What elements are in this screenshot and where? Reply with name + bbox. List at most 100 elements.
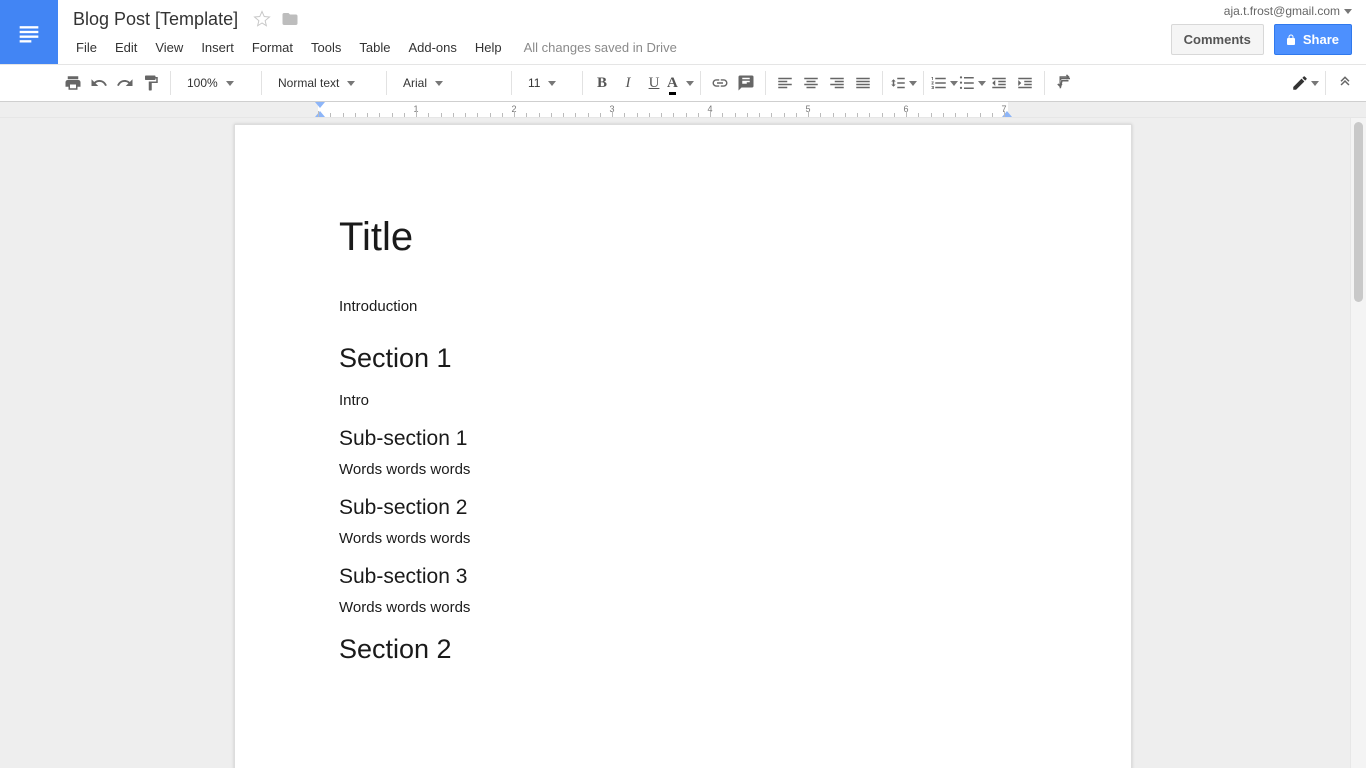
ruler-tick bbox=[784, 113, 785, 117]
doc-section-heading[interactable]: Section 2 bbox=[339, 634, 1027, 665]
ruler-tick bbox=[955, 113, 956, 117]
ruler-tick bbox=[379, 113, 380, 117]
menu-tools[interactable]: Tools bbox=[303, 36, 349, 59]
ruler-tick bbox=[526, 113, 527, 117]
align-left-button[interactable] bbox=[772, 70, 798, 96]
ruler-tick bbox=[820, 113, 821, 117]
font-size-select[interactable]: 11 bbox=[518, 70, 576, 96]
ruler-tick bbox=[465, 113, 466, 117]
insert-link-button[interactable] bbox=[707, 70, 733, 96]
paint-format-button[interactable] bbox=[138, 70, 164, 96]
menu-table[interactable]: Table bbox=[351, 36, 398, 59]
collapse-toolbar-button[interactable] bbox=[1332, 70, 1358, 96]
document-canvas[interactable]: Title Introduction Section 1 Intro Sub-s… bbox=[0, 118, 1366, 768]
ruler-tick bbox=[918, 113, 919, 117]
redo-button[interactable] bbox=[112, 70, 138, 96]
paragraph-style-select[interactable]: Normal text bbox=[268, 70, 380, 96]
italic-button[interactable]: I bbox=[615, 70, 641, 96]
doc-body-text[interactable]: Words words words bbox=[339, 530, 1027, 547]
menu-format[interactable]: Format bbox=[244, 36, 301, 59]
scrollbar-thumb[interactable] bbox=[1354, 122, 1363, 302]
share-button[interactable]: Share bbox=[1274, 24, 1352, 55]
menu-help[interactable]: Help bbox=[467, 36, 510, 59]
document-page[interactable]: Title Introduction Section 1 Intro Sub-s… bbox=[234, 124, 1132, 768]
ruler-tick bbox=[771, 113, 772, 117]
doc-body-text[interactable]: Intro bbox=[339, 392, 1027, 409]
share-button-label: Share bbox=[1303, 32, 1339, 47]
user-email-label: aja.t.frost@gmail.com bbox=[1224, 4, 1340, 18]
menu-edit[interactable]: Edit bbox=[107, 36, 145, 59]
undo-button[interactable] bbox=[86, 70, 112, 96]
ruler-tick bbox=[428, 113, 429, 117]
chevron-down-icon bbox=[909, 81, 917, 86]
ruler-tick bbox=[477, 113, 478, 117]
underline-button[interactable]: U bbox=[641, 70, 667, 96]
align-justify-icon bbox=[854, 74, 872, 92]
insert-comment-button[interactable] bbox=[733, 70, 759, 96]
app-logo[interactable] bbox=[0, 0, 58, 64]
doc-body-text[interactable]: Words words words bbox=[339, 461, 1027, 478]
decrease-indent-button[interactable] bbox=[986, 70, 1012, 96]
document-title-input[interactable]: Blog Post [Template] bbox=[68, 7, 243, 32]
doc-subsection-heading[interactable]: Sub-section 1 bbox=[339, 427, 1027, 451]
doc-body-text[interactable]: Words words words bbox=[339, 599, 1027, 616]
ruler-tick bbox=[318, 111, 319, 117]
ruler-tick bbox=[404, 113, 405, 117]
clear-formatting-button[interactable] bbox=[1051, 70, 1077, 96]
ruler-tick bbox=[392, 113, 393, 117]
align-justify-button[interactable] bbox=[850, 70, 876, 96]
doc-subsection-heading[interactable]: Sub-section 3 bbox=[339, 565, 1027, 589]
ruler-tick bbox=[698, 113, 699, 117]
print-button[interactable] bbox=[60, 70, 86, 96]
menu-view[interactable]: View bbox=[147, 36, 191, 59]
editing-mode-button[interactable] bbox=[1291, 70, 1319, 96]
text-color-icon: A bbox=[667, 75, 678, 92]
ruler[interactable]: 1234567 bbox=[0, 102, 1366, 118]
ruler-tick bbox=[649, 113, 650, 117]
ruler-tick bbox=[943, 113, 944, 117]
menu-insert[interactable]: Insert bbox=[193, 36, 242, 59]
align-right-button[interactable] bbox=[824, 70, 850, 96]
ruler-tick bbox=[441, 113, 442, 117]
menu-addons[interactable]: Add-ons bbox=[400, 36, 464, 59]
paint-format-icon bbox=[142, 74, 160, 92]
decrease-indent-icon bbox=[990, 74, 1008, 92]
folder-icon[interactable] bbox=[281, 10, 299, 28]
star-icon[interactable] bbox=[253, 10, 271, 28]
ruler-tick bbox=[453, 113, 454, 117]
ruler-tick bbox=[686, 113, 687, 117]
numbered-list-button[interactable] bbox=[930, 70, 958, 96]
font-family-select[interactable]: Arial bbox=[393, 70, 505, 96]
doc-intro-text[interactable]: Introduction bbox=[339, 298, 1027, 315]
ruler-tick bbox=[673, 113, 674, 117]
doc-title-heading[interactable]: Title bbox=[339, 215, 1027, 260]
line-spacing-icon bbox=[889, 74, 907, 92]
ruler-track[interactable]: 1234567 bbox=[318, 102, 1008, 117]
doc-section-heading[interactable]: Section 1 bbox=[339, 343, 1027, 374]
ruler-tick bbox=[710, 111, 711, 117]
first-line-indent-marker[interactable] bbox=[315, 102, 325, 108]
ruler-tick bbox=[894, 113, 895, 117]
clear-formatting-icon bbox=[1055, 74, 1073, 92]
vertical-scrollbar[interactable] bbox=[1350, 118, 1366, 768]
ruler-tick bbox=[759, 113, 760, 117]
align-center-button[interactable] bbox=[798, 70, 824, 96]
comments-button[interactable]: Comments bbox=[1171, 24, 1264, 55]
ruler-tick bbox=[343, 113, 344, 117]
bold-button[interactable]: B bbox=[589, 70, 615, 96]
redo-icon bbox=[116, 74, 134, 92]
zoom-select[interactable]: 100% bbox=[177, 70, 255, 96]
user-account-menu[interactable]: aja.t.frost@gmail.com bbox=[1224, 4, 1352, 18]
text-color-button[interactable]: A bbox=[667, 70, 694, 96]
left-indent-marker[interactable] bbox=[315, 111, 325, 117]
ruler-tick bbox=[857, 113, 858, 117]
line-spacing-button[interactable] bbox=[889, 70, 917, 96]
zoom-value: 100% bbox=[187, 76, 218, 90]
ruler-tick bbox=[735, 113, 736, 117]
docs-icon bbox=[15, 14, 43, 50]
align-right-icon bbox=[828, 74, 846, 92]
increase-indent-button[interactable] bbox=[1012, 70, 1038, 96]
bulleted-list-button[interactable] bbox=[958, 70, 986, 96]
doc-subsection-heading[interactable]: Sub-section 2 bbox=[339, 496, 1027, 520]
menu-file[interactable]: File bbox=[68, 36, 105, 59]
